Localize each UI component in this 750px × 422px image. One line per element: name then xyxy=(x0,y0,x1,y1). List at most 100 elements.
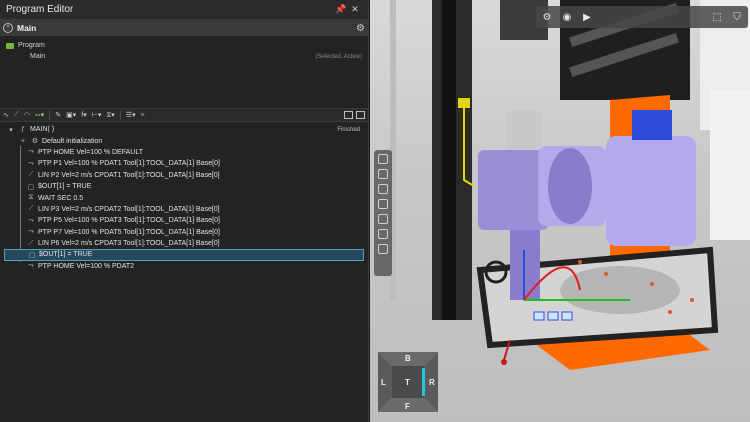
split-view-icon[interactable] xyxy=(344,111,353,119)
program-tree-item-main[interactable]: Main (Selected, Active) xyxy=(6,51,362,62)
lin-motion-icon: ⟋ xyxy=(28,205,34,213)
collapse-arrow-icon[interactable]: ▾ xyxy=(6,126,16,134)
main-program-bar[interactable]: ^ Main ⚙ xyxy=(0,20,368,36)
code-line[interactable]: ⤳ PTP HOME Vel=100 % DEFAULT xyxy=(4,147,364,158)
path-point[interactable] xyxy=(650,282,654,286)
program-tree-label: Program xyxy=(18,42,45,49)
collapse-icon[interactable]: ^ xyxy=(3,23,13,33)
gizmo-handle[interactable] xyxy=(533,311,545,321)
navcube-label-bottom: F xyxy=(405,402,410,411)
tool-changer xyxy=(606,136,696,246)
output-icon: ▢ xyxy=(27,183,35,191)
select-icon[interactable] xyxy=(378,184,388,194)
code-line[interactable]: ⤳ PTP P1 Vel=100 % PDAT1 Tool[1]:TOOL_DA… xyxy=(4,158,364,169)
main-program-name: Main xyxy=(17,23,37,33)
output-icon: ▢ xyxy=(28,251,36,259)
program-tree-item[interactable]: Program xyxy=(6,40,362,51)
play-icon[interactable]: ▶ xyxy=(580,12,594,23)
robot-arm-lower xyxy=(710,90,750,240)
code-line-selected[interactable]: ▢ $OUT[1] = TRUE xyxy=(4,249,364,261)
view-toggle-group xyxy=(344,111,365,119)
fit-icon[interactable] xyxy=(378,169,388,179)
code-line[interactable]: ▾ ƒ MAIN( ) Finished xyxy=(4,124,364,135)
gripper-disc xyxy=(548,148,592,224)
box-icon[interactable] xyxy=(378,199,388,209)
snap-icon[interactable] xyxy=(378,229,388,239)
code-line-text: $OUT[1] = TRUE xyxy=(39,251,93,259)
code-line-text: $OUT[1] = TRUE xyxy=(38,183,92,191)
code-tree: ▾ ƒ MAIN( ) Finished + ⚙ Default initial… xyxy=(0,122,368,274)
view-icon[interactable] xyxy=(378,154,388,164)
code-line[interactable]: ⟋ LIN P6 Vel=2 m/s CPDAT3 Tool[1]:TOOL_D… xyxy=(4,238,364,249)
navcube-label-center: T xyxy=(405,378,410,387)
wait-icon[interactable]: ⧖▾ xyxy=(106,110,114,120)
code-line[interactable]: ▢ $OUT[1] = TRUE xyxy=(4,181,364,192)
statement-toolbar: ∿ ⟋ ◠ ∾▾ ✎ ▣▾ f▾ ⊢▾ ⧖▾ ☰▾ ⑂ xyxy=(0,108,368,122)
lin-motion-icon: ⟋ xyxy=(28,171,34,179)
code-line-text: MAIN( ) xyxy=(30,126,55,134)
navcube-label-left: L xyxy=(381,378,386,387)
ptp-icon[interactable]: ∿ xyxy=(3,110,9,120)
program-tree-label: Main xyxy=(30,53,46,60)
list-icon[interactable]: ☰▾ xyxy=(126,110,136,120)
path-point[interactable] xyxy=(668,310,672,314)
code-line[interactable]: ⟋ LIN P2 Vel=2 m/s CPDAT1 Tool[1]:TOOL_D… xyxy=(4,170,364,181)
spline-icon[interactable]: ∾▾ xyxy=(35,110,44,120)
measure-icon[interactable] xyxy=(378,214,388,224)
code-line-text: PTP P1 Vel=100 % PDAT1 Tool[1]:TOOL_DATA… xyxy=(38,160,220,168)
program-status: (Selected, Active) xyxy=(315,53,362,60)
editor-titlebar: Program Editor 📌 ✕ xyxy=(0,0,368,20)
code-line-text: LIN P6 Vel=2 m/s CPDAT3 Tool[1]:TOOL_DAT… xyxy=(38,240,220,248)
program-tree: Program Main (Selected, Active) xyxy=(0,36,368,108)
close-icon[interactable]: ✕ xyxy=(348,4,362,15)
code-line[interactable]: ⤳ PTP HOME Vel=100 % PDAT2 xyxy=(4,261,364,272)
navcube-label-top: B xyxy=(405,354,411,363)
tree-icon[interactable]: ⑂ xyxy=(141,110,145,120)
code-line[interactable]: ⤳ PTP P7 Vel=100 % PDAT5 Tool[1]:TOOL_DA… xyxy=(4,227,364,238)
code-line-text: PTP HOME Vel=100 % PDAT2 xyxy=(38,262,135,270)
display-icon[interactable] xyxy=(378,244,388,254)
comment-icon[interactable]: ✎ xyxy=(55,110,61,120)
code-line-text: PTP P7 Vel=100 % PDAT5 Tool[1]:TOOL_DATA… xyxy=(38,228,220,236)
navigation-cube[interactable]: B L T R F xyxy=(376,350,440,414)
grid-view-icon[interactable] xyxy=(356,111,365,119)
elbow-fitting xyxy=(506,110,542,150)
init-icon: ⚙ xyxy=(31,138,39,146)
ptp-motion-icon: ⤳ xyxy=(28,159,34,167)
expand-plus-icon[interactable]: + xyxy=(18,138,28,145)
code-line-text: LIN P2 Vel=2 m/s CPDAT1 Tool[1]:TOOL_DAT… xyxy=(38,171,220,179)
ptp-motion-icon: ⤳ xyxy=(28,228,34,236)
record-icon[interactable]: ◉ xyxy=(560,12,574,23)
gizmo-handle[interactable] xyxy=(561,311,573,321)
path-point[interactable] xyxy=(604,272,608,276)
code-line[interactable]: ⧖ WAIT SEC 0.5 xyxy=(4,192,364,203)
table-shadow xyxy=(560,266,680,314)
gizmo-handle[interactable] xyxy=(547,311,559,321)
viewport-side-toolbar xyxy=(374,150,392,276)
tcp-point xyxy=(501,359,507,365)
code-line[interactable]: ⟋ LIN P3 Vel=2 m/s CPDAT2 Tool[1]:TOOL_D… xyxy=(4,204,364,215)
3d-viewport[interactable]: ⚙ ◉ ▶ ⬚ ⛉ B L T R F xyxy=(370,0,750,422)
io-icon[interactable]: ▣▾ xyxy=(66,110,76,120)
settings-icon[interactable]: ⚙ xyxy=(540,12,554,23)
pin-icon[interactable]: 📌 xyxy=(334,4,348,15)
navcube-highlight xyxy=(422,368,425,396)
path-point[interactable] xyxy=(690,298,694,302)
lin-icon[interactable]: ⟋ xyxy=(14,110,19,120)
logic-icon[interactable]: ⊢▾ xyxy=(92,110,102,120)
code-line[interactable]: ⤳ PTP P5 Vel=100 % PDAT3 Tool[1]:TOOL_DA… xyxy=(4,215,364,226)
run-status: Finished xyxy=(337,126,360,133)
yellow-sensor xyxy=(458,98,470,108)
code-line[interactable]: + ⚙ Default initialization xyxy=(4,135,364,146)
circ-icon[interactable]: ◠ xyxy=(24,110,30,120)
function-icon[interactable]: f▾ xyxy=(81,110,86,120)
lin-motion-icon: ⟋ xyxy=(28,239,34,247)
function-icon: ƒ xyxy=(21,126,25,134)
gripper-body xyxy=(478,150,548,230)
blue-connector xyxy=(632,110,672,140)
gear-icon[interactable]: ⚙ xyxy=(356,23,365,34)
path-point[interactable] xyxy=(578,260,582,264)
filter-icon[interactable]: ⛉ xyxy=(730,12,744,23)
camera-icon[interactable]: ⬚ xyxy=(710,12,724,23)
panel-title: Program Editor xyxy=(6,4,74,15)
